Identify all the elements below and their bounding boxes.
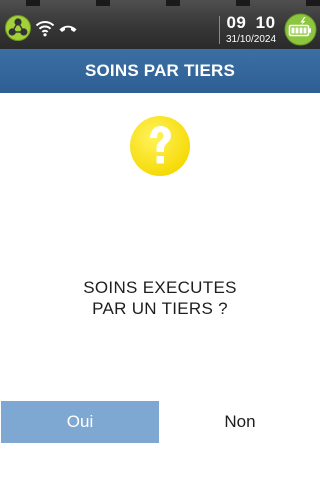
no-button[interactable]: Non	[161, 401, 319, 443]
status-bar-notch	[306, 0, 320, 6]
prompt-line-2: PAR UN TIERS ?	[92, 299, 228, 318]
status-bar-notch	[166, 0, 180, 6]
battery-charging-icon	[284, 13, 317, 46]
yes-button[interactable]: Oui	[1, 401, 159, 443]
clock-hour: 09	[226, 13, 247, 32]
status-bar-notch	[26, 0, 40, 6]
status-icons	[4, 14, 81, 42]
status-divider	[219, 16, 220, 44]
clock-date: 31/10/2024	[225, 34, 277, 45]
yes-button-label: Oui	[66, 412, 94, 431]
phone-hangup-icon	[58, 22, 78, 34]
no-button-label: Non	[224, 412, 256, 431]
clock-minute: 10	[255, 13, 276, 32]
network-cluster-icon	[4, 14, 32, 42]
prompt-line-1: SOINS EXECUTES	[83, 278, 237, 297]
page-title: SOINS PAR TIERS	[84, 61, 236, 80]
prompt-text: SOINS EXECUTES PAR UN TIERS ?	[0, 277, 320, 319]
title-bar: SOINS PAR TIERS	[0, 49, 320, 93]
status-bar-notch	[236, 0, 250, 6]
status-bar: 09 10 31/10/2024	[0, 0, 320, 49]
clock: 09 10 31/10/2024	[222, 13, 280, 46]
question-mark-icon	[130, 116, 190, 176]
clock-time: 09 10	[222, 13, 280, 32]
wifi-icon	[35, 19, 55, 37]
status-bar-notch	[96, 0, 110, 6]
